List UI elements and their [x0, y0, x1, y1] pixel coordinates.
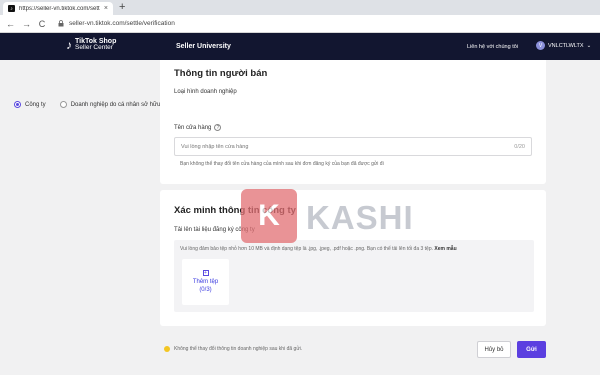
warning-icon	[164, 346, 170, 352]
lock-icon	[58, 20, 64, 27]
url-text: seller-vn.tiktok.com/settle/verification	[69, 20, 175, 27]
submit-button[interactable]: Gửi	[517, 341, 546, 358]
shop-name-label-row: Tên cửa hàng?	[174, 124, 222, 132]
form-footer: Không thể thay đổi thông tin doanh nghiệ…	[160, 334, 546, 364]
user-menu[interactable]: V VNLCTLWLTX ⌄	[536, 41, 591, 50]
cancel-button[interactable]: Hủy bỏ	[477, 341, 511, 358]
browser-tab[interactable]: ♪ https://seller-vn.tiktok.com/settl ×	[3, 2, 113, 15]
warning-notice: Không thể thay đổi thông tin doanh nghiệ…	[164, 346, 302, 352]
char-counter: 0/20	[514, 143, 525, 150]
shop-name-hint: Bạn không thể thay đổi tên cửa hàng của …	[180, 161, 384, 167]
app-header: ♪ TikTok Shop Seller Center Seller Unive…	[0, 33, 600, 60]
radio-unselected-icon	[59, 101, 67, 108]
radio-company[interactable]: Công ty	[14, 101, 46, 108]
warning-text: Không thể thay đổi thông tin doanh nghiệ…	[174, 346, 303, 352]
business-type-options: Công ty Doanh nghiệp do cá nhân sở hữu	[14, 101, 160, 108]
url-field[interactable]: seller-vn.tiktok.com/settle/verification	[58, 17, 175, 30]
add-file-text: Thêm tệp	[192, 278, 219, 285]
reload-icon[interactable]: C	[38, 19, 46, 29]
browser-tab-bar: ♪ https://seller-vn.tiktok.com/settl × +	[0, 0, 600, 15]
radio-selected-icon	[14, 101, 21, 108]
tiktok-shop-logo[interactable]: ♪ TikTok Shop Seller Center	[66, 38, 116, 52]
nav-seller-university[interactable]: Seller University	[176, 43, 231, 50]
seller-info-title: Thông tin người bán	[174, 68, 268, 79]
logo-line2: Seller Center	[75, 44, 113, 52]
kashi-logo-icon: K	[241, 189, 297, 243]
shop-name-field[interactable]: 0/20	[174, 137, 532, 156]
watermark-text: KASHI	[306, 199, 414, 236]
radio-sole-proprietor[interactable]: Doanh nghiệp do cá nhân sở hữu	[59, 101, 161, 108]
upload-desc-text: Vui lòng đảm bảo tệp nhỏ hơn 10 MB và đị…	[180, 246, 433, 252]
shop-name-input[interactable]	[181, 143, 515, 150]
user-name: VNLCTLWLTX	[548, 42, 584, 49]
back-icon[interactable]: ←	[6, 19, 15, 29]
business-type-label: Loại hình doanh nghiệp	[174, 89, 237, 95]
radio-company-label: Công ty	[25, 101, 46, 108]
help-icon[interactable]: ?	[214, 124, 222, 131]
browser-address-bar: ← → C seller-vn.tiktok.com/settle/verifi…	[0, 15, 600, 33]
tiktok-logo-icon: ♪	[66, 38, 72, 52]
upload-icon: +	[202, 269, 209, 276]
chevron-down-icon: ⌄	[586, 42, 592, 49]
upload-description: Vui lòng đảm bảo tệp nhỏ hơn 10 MB và đị…	[180, 246, 457, 252]
radio-sole-proprietor-label: Doanh nghiệp do cá nhân sở hữu	[70, 101, 161, 108]
close-icon[interactable]: ×	[104, 5, 108, 12]
add-file-button[interactable]: + Thêm tệp (0/3)	[182, 259, 229, 305]
tiktok-favicon-icon: ♪	[8, 5, 15, 12]
add-file-label: Thêm tệp (0/3)	[193, 279, 218, 295]
view-example-link[interactable]: Xem mẫu	[434, 246, 456, 252]
new-tab-button[interactable]: +	[119, 1, 125, 13]
shop-name-label: Tên cửa hàng	[174, 125, 212, 132]
tab-title: https://seller-vn.tiktok.com/settl	[19, 5, 100, 12]
contact-link[interactable]: Liên hệ với chúng tôi	[467, 44, 518, 50]
add-file-count: (0/3)	[199, 286, 212, 293]
upload-zone: Vui lòng đảm bảo tệp nhỏ hơn 10 MB và đị…	[174, 240, 534, 312]
forward-icon[interactable]: →	[22, 19, 31, 29]
avatar: V	[536, 41, 545, 50]
